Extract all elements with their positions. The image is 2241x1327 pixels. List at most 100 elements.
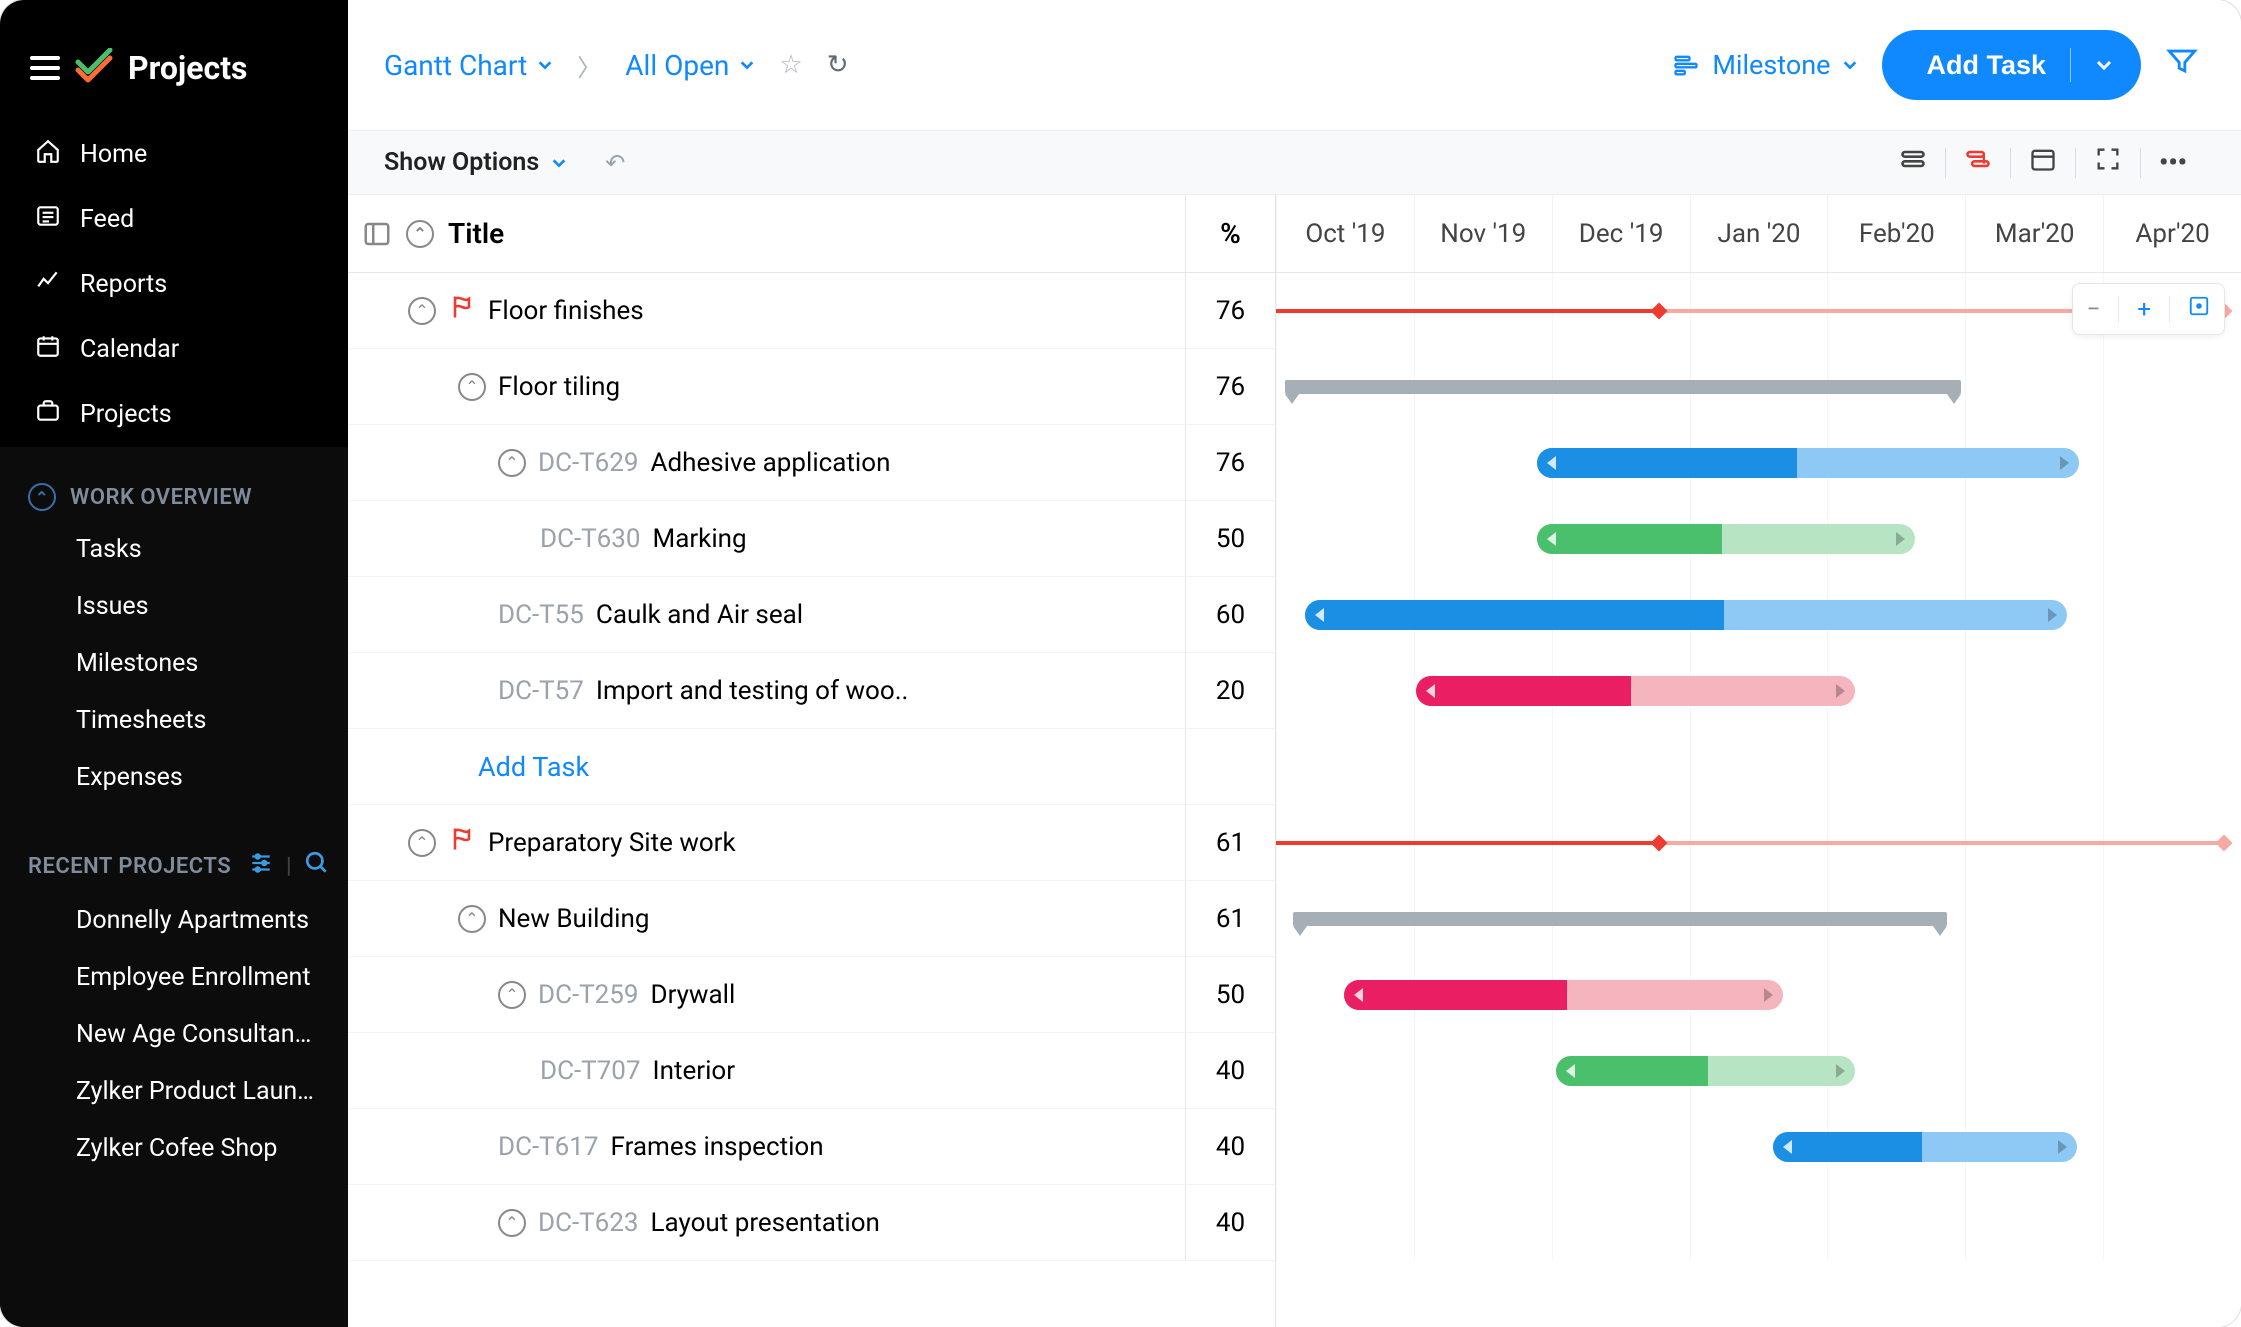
- collapse-icon[interactable]: ⌃: [498, 449, 526, 477]
- nav-item-projects[interactable]: Projects: [0, 382, 348, 447]
- task-row[interactable]: ⌃Floor tiling76: [348, 349, 1275, 425]
- task-row[interactable]: DC-T630 Marking50: [348, 501, 1275, 577]
- fullscreen-icon[interactable]: [2076, 145, 2140, 180]
- task-row[interactable]: ⌃Preparatory Site work61: [348, 805, 1275, 881]
- show-options-button[interactable]: Show Options: [384, 148, 567, 177]
- recent-project-item[interactable]: Zylker Product Launch: [0, 1063, 348, 1120]
- collapse-icon[interactable]: ⌃: [498, 981, 526, 1009]
- task-row[interactable]: DC-T617 Frames inspection40: [348, 1109, 1275, 1185]
- search-icon[interactable]: [304, 850, 330, 882]
- settings-icon[interactable]: [248, 850, 274, 882]
- collapse-icon[interactable]: ⌃: [458, 373, 486, 401]
- work-overview-items: TasksIssuesMilestonesTimesheetsExpenses: [0, 521, 348, 806]
- collapse-icon[interactable]: ⌃: [458, 905, 486, 933]
- task-row[interactable]: Add Task: [348, 729, 1275, 805]
- bar-handle-left[interactable]: [1426, 684, 1435, 698]
- today-icon[interactable]: [2011, 145, 2075, 180]
- recent-project-item[interactable]: Employee Enrollment: [0, 949, 348, 1006]
- menu-icon[interactable]: [30, 56, 60, 80]
- milestone-bar-actual[interactable]: [1276, 309, 1657, 313]
- refresh-icon[interactable]: ↻: [827, 50, 849, 80]
- chevron-down-icon: [1842, 57, 1858, 73]
- task-row[interactable]: ⌃DC-T259 Drywall50: [348, 957, 1275, 1033]
- zoom-in-button[interactable]: +: [2137, 295, 2151, 323]
- brand: Projects: [0, 20, 348, 122]
- task-id: DC-T617: [498, 1132, 599, 1162]
- task-bar[interactable]: [1416, 676, 1855, 706]
- collapse-icon[interactable]: ⌃: [408, 829, 436, 857]
- task-bar[interactable]: [1344, 980, 1783, 1010]
- task-row[interactable]: ⌃DC-T629 Adhesive application76: [348, 425, 1275, 501]
- chart-row: [1276, 1033, 2241, 1109]
- row-name: Layout presentation: [651, 1208, 880, 1238]
- bar-handle-right[interactable]: [1836, 1064, 1845, 1078]
- bar-handle-right[interactable]: [1836, 684, 1845, 698]
- task-row[interactable]: DC-T55 Caulk and Air seal60: [348, 577, 1275, 653]
- task-row[interactable]: ⌃New Building61: [348, 881, 1275, 957]
- bar-handle-right[interactable]: [1896, 532, 1905, 546]
- tasklist-bar[interactable]: [1285, 380, 1961, 394]
- collapse-icon[interactable]: ⌃: [408, 297, 436, 325]
- columns-icon[interactable]: [362, 219, 392, 249]
- bar-handle-left[interactable]: [1547, 456, 1556, 470]
- row-pct: 61: [1185, 805, 1275, 880]
- zoom-fit-button[interactable]: [2188, 295, 2210, 323]
- critical-path-icon[interactable]: [1946, 145, 2010, 180]
- zoom-out-button[interactable]: −: [2087, 295, 2101, 323]
- recent-project-item[interactable]: Donnelly Apartments: [0, 892, 348, 949]
- add-task-button[interactable]: Add Task: [1882, 30, 2141, 100]
- work-item[interactable]: Expenses: [0, 749, 348, 806]
- recent-project-item[interactable]: New Age Consultancy: [0, 1006, 348, 1063]
- bar-handle-right[interactable]: [2060, 456, 2069, 470]
- work-item[interactable]: Timesheets: [0, 692, 348, 749]
- bar-handle-right[interactable]: [1764, 988, 1773, 1002]
- task-row[interactable]: DC-T57 Import and testing of woo..20: [348, 653, 1275, 729]
- task-bar[interactable]: [1305, 600, 2067, 630]
- month-cell: Oct '19: [1276, 195, 1414, 272]
- baseline-icon[interactable]: [1881, 145, 1945, 180]
- task-id: DC-T630: [540, 524, 641, 554]
- task-bar[interactable]: [1537, 448, 2079, 478]
- task-bar[interactable]: [1537, 524, 1915, 554]
- undo-icon[interactable]: ↶: [605, 149, 625, 177]
- milestone-icon: [1672, 51, 1700, 79]
- nav-item-feed[interactable]: Feed: [0, 187, 348, 252]
- task-bar[interactable]: [1556, 1056, 1855, 1086]
- collapse-all-icon[interactable]: ⌃: [406, 220, 434, 248]
- task-row[interactable]: ⌃Floor finishes76: [348, 273, 1275, 349]
- task-bar-progress: [1773, 1132, 1922, 1162]
- bar-handle-left[interactable]: [1566, 1064, 1575, 1078]
- nav-item-home[interactable]: Home: [0, 122, 348, 187]
- chart-row: [1276, 729, 2241, 805]
- tasklist-bar[interactable]: [1293, 912, 1946, 926]
- filter-icon[interactable]: [2165, 44, 2199, 86]
- chart-row: [1276, 425, 2241, 501]
- groupby-selector[interactable]: Milestone: [1672, 49, 1858, 81]
- bar-handle-right[interactable]: [2058, 1140, 2067, 1154]
- work-item[interactable]: Milestones: [0, 635, 348, 692]
- nav-item-reports[interactable]: Reports: [0, 252, 348, 317]
- task-bar-progress: [1537, 448, 1797, 478]
- collapse-icon[interactable]: ⌃: [498, 1209, 526, 1237]
- view-selector[interactable]: Gantt Chart: [384, 49, 553, 82]
- add-task-link[interactable]: Add Task: [348, 751, 589, 783]
- section-work-overview[interactable]: ⌃ WORK OVERVIEW: [0, 465, 348, 521]
- more-icon[interactable]: •••: [2141, 148, 2205, 178]
- task-bar-progress: [1537, 524, 1722, 554]
- milestone-bar-actual[interactable]: [1276, 841, 1657, 845]
- task-row[interactable]: ⌃DC-T623 Layout presentation40: [348, 1185, 1275, 1261]
- task-bar[interactable]: [1773, 1132, 2077, 1162]
- nav-item-calendar[interactable]: Calendar: [0, 317, 348, 382]
- bar-handle-right[interactable]: [2048, 608, 2057, 622]
- favorite-icon[interactable]: ☆: [779, 50, 802, 80]
- filter-selector[interactable]: All Open: [625, 49, 755, 82]
- bar-handle-left[interactable]: [1354, 988, 1363, 1002]
- bar-handle-left[interactable]: [1783, 1140, 1792, 1154]
- work-item[interactable]: Tasks: [0, 521, 348, 578]
- bar-handle-left[interactable]: [1315, 608, 1324, 622]
- row-name: New Building: [498, 904, 649, 934]
- task-row[interactable]: DC-T707 Interior40: [348, 1033, 1275, 1109]
- work-item[interactable]: Issues: [0, 578, 348, 635]
- bar-handle-left[interactable]: [1547, 532, 1556, 546]
- recent-project-item[interactable]: Zylker Cofee Shop: [0, 1120, 348, 1177]
